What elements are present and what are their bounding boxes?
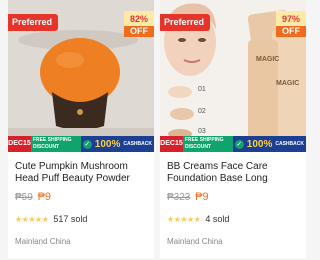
product-rating: ★★★★★ 517 sold (15, 214, 87, 224)
swatch-label: 01 (198, 86, 206, 93)
new-price: ₱9 (37, 191, 52, 203)
promo-cashback: ✓ 100% CASHBACK (80, 136, 154, 152)
product-image[interactable]: Preferred 82% OFF DEC15 FREE SHIPPING DI… (8, 0, 154, 152)
sold-count: 517 sold (53, 214, 88, 224)
swatch-label: 02 (198, 108, 206, 115)
product-price: ₱323 ₱9 (167, 191, 209, 203)
product-price: ₱59 ₱9 (15, 191, 51, 203)
swatch-label: 03 (198, 128, 206, 135)
product-card[interactable]: Preferred 82% OFF DEC15 FREE SHIPPING DI… (8, 0, 154, 258)
promo-shipping: FREE SHIPPING DISCOUNT (182, 136, 233, 152)
cashback-label: CASHBACK (275, 140, 304, 147)
cashback-percent: 100% (94, 138, 121, 150)
old-price: ₱323 (167, 192, 191, 203)
promo-banner: DEC15 FREE SHIPPING DISCOUNT ✓ 100% CASH… (160, 136, 306, 152)
product-location: Mainland China (167, 237, 223, 246)
discount-badge: 97% OFF (276, 11, 306, 37)
star-rating-icon: ★★★★★ (167, 214, 201, 224)
product-image[interactable]: MAGIC MAGIC 01 02 03 Preferred 97% OFF D… (160, 0, 306, 152)
check-icon: ✓ (82, 139, 92, 149)
discount-off-label: OFF (276, 26, 306, 37)
promo-date: DEC15 (8, 136, 31, 152)
discount-percent: 82% (129, 14, 148, 24)
preferred-badge: Preferred (160, 14, 211, 31)
product-location: Mainland China (15, 237, 71, 246)
promo-shipping: FREE SHIPPING DISCOUNT (30, 136, 81, 152)
star-rating-icon: ★★★★★ (15, 214, 49, 224)
promo-banner: DEC15 FREE SHIPPING DISCOUNT ✓ 100% CASH… (8, 136, 154, 152)
product-rating: ★★★★★ 4 sold (167, 214, 229, 224)
sold-count: 4 sold (205, 214, 230, 224)
check-icon: ✓ (234, 139, 244, 149)
discount-percent: 97% (281, 14, 300, 24)
preferred-badge: Preferred (8, 14, 59, 31)
promo-date: DEC15 (160, 136, 183, 152)
promo-cashback: ✓ 100% CASHBACK (232, 136, 306, 152)
old-price: ₱59 (15, 192, 33, 203)
brand-label: MAGIC (256, 56, 280, 63)
product-card[interactable]: MAGIC MAGIC 01 02 03 Preferred 97% OFF D… (160, 0, 306, 258)
cashback-label: CASHBACK (123, 140, 152, 147)
product-title[interactable]: BB Creams Face Care Foundation Base Long… (167, 161, 301, 185)
discount-off-label: OFF (124, 26, 154, 37)
cashback-percent: 100% (246, 138, 273, 150)
discount-badge: 82% OFF (124, 11, 154, 37)
new-price: ₱9 (195, 191, 209, 203)
brand-label: MAGIC (276, 80, 300, 87)
product-title[interactable]: Cute Pumpkin Mushroom Head Puff Beauty P… (15, 161, 149, 185)
